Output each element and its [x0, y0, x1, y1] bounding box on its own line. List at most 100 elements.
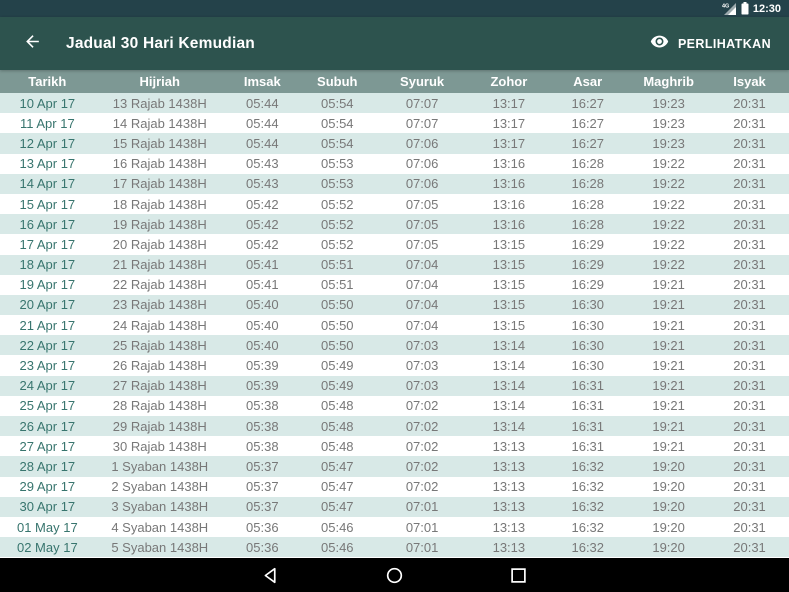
cell-tarikh: 19 Apr 17 — [0, 275, 95, 295]
cell-hijriah: 27 Rajab 1438H — [95, 376, 225, 396]
table-row[interactable]: 22 Apr 1725 Rajab 1438H05:4005:5007:0313… — [0, 335, 789, 355]
cell-subuh: 05:52 — [300, 194, 375, 214]
cell-asar: 16:28 — [548, 214, 627, 234]
cell-tarikh: 30 Apr 17 — [0, 497, 95, 517]
cell-imsak: 05:40 — [225, 295, 300, 315]
table-row[interactable]: 25 Apr 1728 Rajab 1438H05:3805:4807:0213… — [0, 396, 789, 416]
cell-hijriah: 4 Syaban 1438H — [95, 517, 225, 537]
table-row[interactable]: 24 Apr 1727 Rajab 1438H05:3905:4907:0313… — [0, 376, 789, 396]
cell-maghrib: 19:20 — [627, 477, 710, 497]
table-row[interactable]: 18 Apr 1721 Rajab 1438H05:4105:5107:0413… — [0, 255, 789, 275]
table-row[interactable]: 02 May 175 Syaban 1438H05:3605:4607:0113… — [0, 537, 789, 557]
cell-asar: 16:27 — [548, 113, 627, 133]
cell-zohor: 13:15 — [469, 315, 548, 335]
table-row[interactable]: 14 Apr 1717 Rajab 1438H05:4305:5307:0613… — [0, 174, 789, 194]
cell-hijriah: 20 Rajab 1438H — [95, 234, 225, 254]
nav-back-button[interactable] — [262, 567, 279, 584]
column-header-syuruk: Syuruk — [375, 70, 470, 93]
cell-imsak: 05:43 — [225, 174, 300, 194]
column-header-subuh: Subuh — [300, 70, 375, 93]
back-button[interactable] — [20, 32, 44, 56]
cell-maghrib: 19:21 — [627, 295, 710, 315]
table-row[interactable]: 10 Apr 1713 Rajab 1438H05:4405:5407:0713… — [0, 93, 789, 113]
cell-subuh: 05:47 — [300, 477, 375, 497]
nav-recents-button[interactable] — [510, 567, 527, 584]
cell-asar: 16:29 — [548, 275, 627, 295]
cell-tarikh: 21 Apr 17 — [0, 315, 95, 335]
cell-zohor: 13:17 — [469, 113, 548, 133]
table-row[interactable]: 13 Apr 1716 Rajab 1438H05:4305:5307:0613… — [0, 154, 789, 174]
cell-imsak: 05:37 — [225, 477, 300, 497]
table-row[interactable]: 27 Apr 1730 Rajab 1438H05:3805:4807:0213… — [0, 436, 789, 456]
cell-tarikh: 18 Apr 17 — [0, 255, 95, 275]
arrow-left-icon — [23, 32, 42, 56]
cell-hijriah: 5 Syaban 1438H — [95, 537, 225, 557]
table-row[interactable]: 16 Apr 1719 Rajab 1438H05:4205:5207:0513… — [0, 214, 789, 234]
table-row[interactable]: 21 Apr 1724 Rajab 1438H05:4005:5007:0413… — [0, 315, 789, 335]
cell-asar: 16:32 — [548, 456, 627, 476]
table-body: 10 Apr 1713 Rajab 1438H05:4405:5407:0713… — [0, 93, 789, 557]
cell-isyak: 20:31 — [710, 436, 789, 456]
cell-zohor: 13:15 — [469, 234, 548, 254]
table-row[interactable]: 29 Apr 172 Syaban 1438H05:3705:4707:0213… — [0, 477, 789, 497]
status-icons: 4G 12:30 — [722, 2, 781, 15]
cell-hijriah: 3 Syaban 1438H — [95, 497, 225, 517]
table-row[interactable]: 30 Apr 173 Syaban 1438H05:3705:4707:0113… — [0, 497, 789, 517]
cell-subuh: 05:48 — [300, 416, 375, 436]
cell-imsak: 05:39 — [225, 376, 300, 396]
cell-hijriah: 17 Rajab 1438H — [95, 174, 225, 194]
cell-maghrib: 19:21 — [627, 275, 710, 295]
table-row[interactable]: 20 Apr 1723 Rajab 1438H05:4005:5007:0413… — [0, 295, 789, 315]
screen: 4G 12:30 Jadual 30 Hari Kemudi — [0, 0, 789, 592]
cell-hijriah: 1 Syaban 1438H — [95, 456, 225, 476]
cell-isyak: 20:31 — [710, 517, 789, 537]
cell-subuh: 05:48 — [300, 436, 375, 456]
nav-home-button[interactable] — [386, 567, 403, 584]
cell-syuruk: 07:03 — [375, 335, 470, 355]
perlihatkan-button[interactable]: PERLIHATKAN — [650, 32, 771, 56]
table-row[interactable]: 01 May 174 Syaban 1438H05:3605:4607:0113… — [0, 517, 789, 537]
table-row[interactable]: 17 Apr 1720 Rajab 1438H05:4205:5207:0513… — [0, 234, 789, 254]
cell-asar: 16:32 — [548, 537, 627, 557]
cell-maghrib: 19:23 — [627, 93, 710, 113]
cell-subuh: 05:51 — [300, 255, 375, 275]
cell-syuruk: 07:02 — [375, 477, 470, 497]
table-row[interactable]: 28 Apr 171 Syaban 1438H05:3705:4707:0213… — [0, 456, 789, 476]
table-row[interactable]: 11 Apr 1714 Rajab 1438H05:4405:5407:0713… — [0, 113, 789, 133]
cell-maghrib: 19:21 — [627, 436, 710, 456]
cell-subuh: 05:49 — [300, 376, 375, 396]
cell-maghrib: 19:20 — [627, 537, 710, 557]
cell-isyak: 20:31 — [710, 234, 789, 254]
table-row[interactable]: 15 Apr 1718 Rajab 1438H05:4205:5207:0513… — [0, 194, 789, 214]
cell-hijriah: 15 Rajab 1438H — [95, 133, 225, 153]
cell-maghrib: 19:23 — [627, 113, 710, 133]
cell-isyak: 20:31 — [710, 396, 789, 416]
cell-subuh: 05:48 — [300, 396, 375, 416]
cell-isyak: 20:31 — [710, 416, 789, 436]
cell-tarikh: 10 Apr 17 — [0, 93, 95, 113]
cell-hijriah: 19 Rajab 1438H — [95, 214, 225, 234]
perlihatkan-label: PERLIHATKAN — [678, 37, 771, 51]
cell-imsak: 05:41 — [225, 255, 300, 275]
cell-subuh: 05:52 — [300, 214, 375, 234]
cell-asar: 16:28 — [548, 154, 627, 174]
table-row[interactable]: 26 Apr 1729 Rajab 1438H05:3805:4807:0213… — [0, 416, 789, 436]
cell-isyak: 20:31 — [710, 456, 789, 476]
cell-imsak: 05:39 — [225, 355, 300, 375]
cell-hijriah: 13 Rajab 1438H — [95, 93, 225, 113]
cell-isyak: 20:31 — [710, 275, 789, 295]
cell-asar: 16:32 — [548, 477, 627, 497]
cell-hijriah: 16 Rajab 1438H — [95, 154, 225, 174]
cell-imsak: 05:40 — [225, 335, 300, 355]
table-row[interactable]: 19 Apr 1722 Rajab 1438H05:4105:5107:0413… — [0, 275, 789, 295]
table-row[interactable]: 23 Apr 1726 Rajab 1438H05:3905:4907:0313… — [0, 355, 789, 375]
cell-asar: 16:28 — [548, 194, 627, 214]
cell-tarikh: 02 May 17 — [0, 537, 95, 557]
cell-imsak: 05:43 — [225, 154, 300, 174]
cell-asar: 16:29 — [548, 255, 627, 275]
cell-isyak: 20:31 — [710, 295, 789, 315]
cell-tarikh: 29 Apr 17 — [0, 477, 95, 497]
cell-subuh: 05:46 — [300, 537, 375, 557]
cell-maghrib: 19:22 — [627, 174, 710, 194]
table-row[interactable]: 12 Apr 1715 Rajab 1438H05:4405:5407:0613… — [0, 133, 789, 153]
